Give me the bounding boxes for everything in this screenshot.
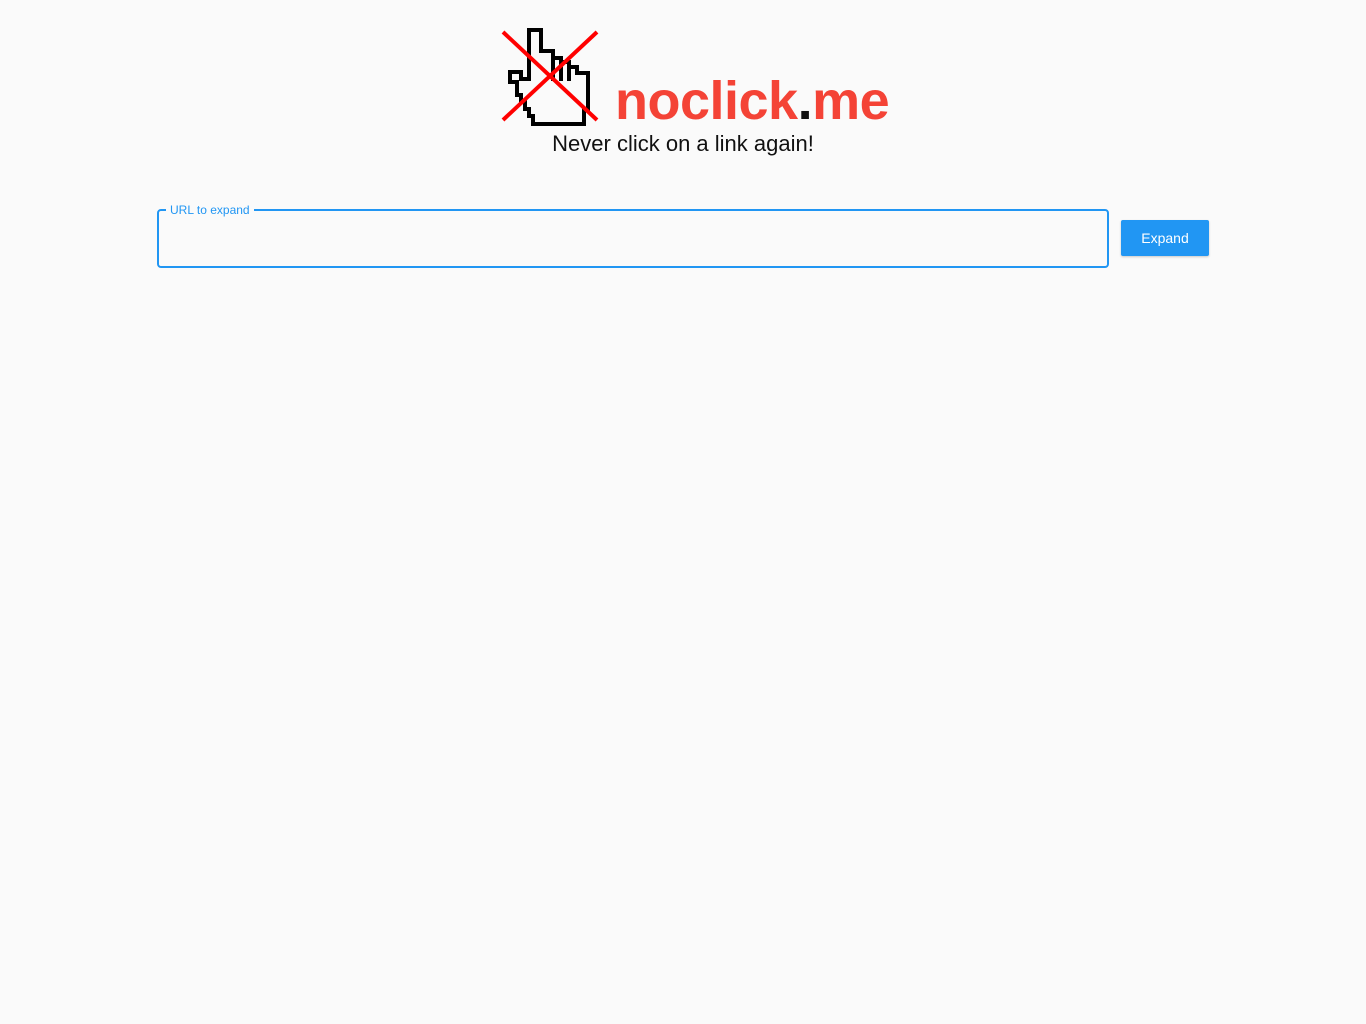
brand-dot: . <box>797 71 813 131</box>
url-input[interactable] <box>169 225 1093 253</box>
brand-logo-text: noclick.me <box>615 70 890 132</box>
url-field-label: URL to expand <box>166 202 254 218</box>
url-field[interactable]: URL to expand <box>157 202 1109 268</box>
tagline: Never click on a link again! <box>552 131 814 156</box>
expand-button[interactable]: Expand <box>1121 220 1209 256</box>
brand-tld: me <box>812 71 890 131</box>
crossed-out-hand-cursor-icon <box>501 28 599 126</box>
brand-name: noclick <box>615 71 798 131</box>
page: noclick.me Never click on a link again! … <box>0 0 1366 1024</box>
